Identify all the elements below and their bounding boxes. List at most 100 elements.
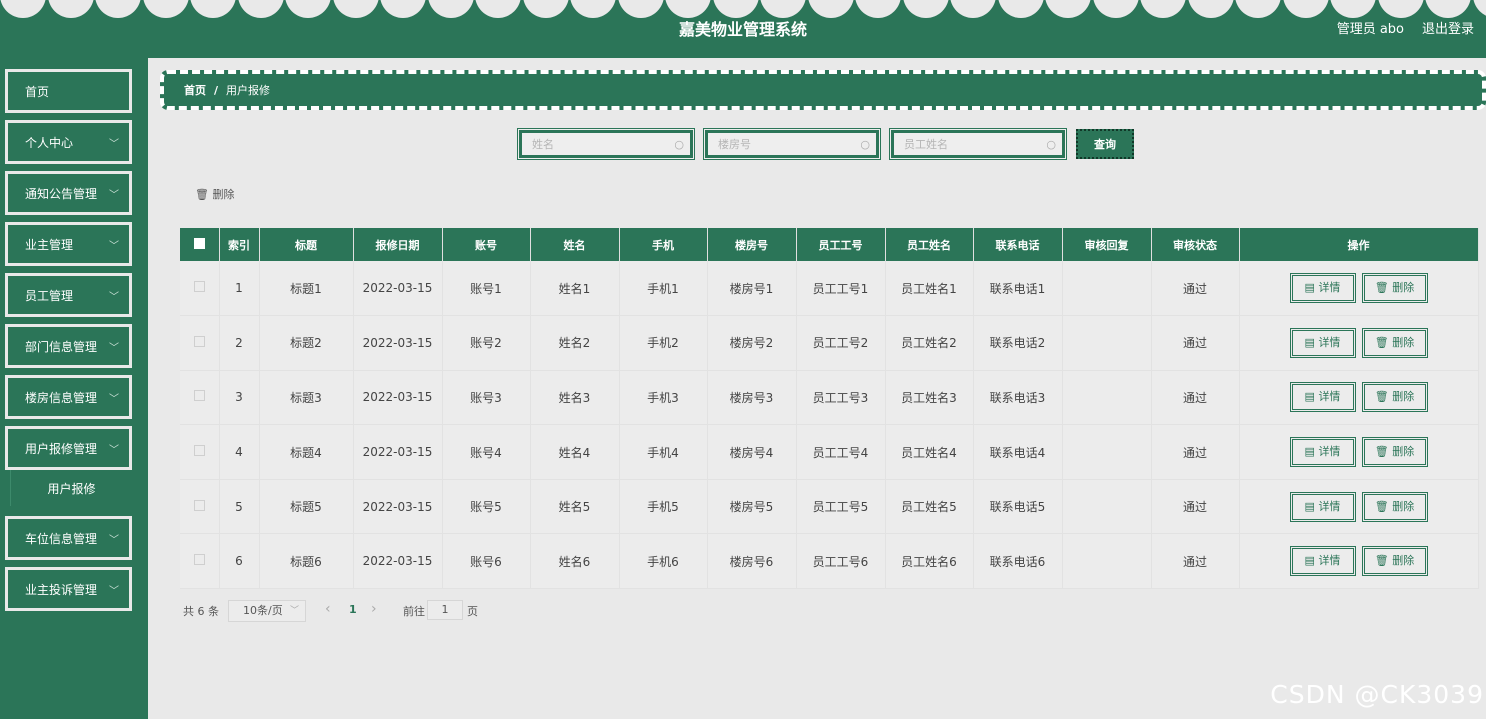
- detail-button[interactable]: ▤ 详情: [1289, 382, 1356, 413]
- sidebar-item-home[interactable]: 首页: [5, 69, 132, 113]
- chevron-down-icon: ﹀: [109, 394, 119, 405]
- detail-button[interactable]: ▤ 详情: [1289, 273, 1356, 304]
- row-checkbox[interactable]: [193, 335, 205, 347]
- detail-label: 详情: [1318, 335, 1341, 349]
- column-header: 账号: [442, 228, 531, 261]
- row-select-cell[interactable]: [180, 479, 220, 535]
- row-select-cell[interactable]: [180, 424, 220, 480]
- table-cell: 手机3: [619, 370, 708, 426]
- search-placeholder: 员工姓名: [904, 138, 948, 151]
- table-cell: 姓名5: [530, 479, 620, 535]
- chevron-down-icon: ﹀: [109, 292, 119, 303]
- detail-button[interactable]: ▤ 详情: [1289, 437, 1356, 468]
- table-row: 1 标题1 2022-03-15 账号1 姓名1 手机1 楼房号1 员工工号1 员工姓名1 联系电…: [180, 261, 1479, 317]
- sidebar-item-label: 员工管理: [25, 288, 74, 303]
- search-building-input[interactable]: 楼房号 ○: [703, 128, 881, 160]
- delete-button[interactable]: 🗑 删除: [1361, 546, 1428, 577]
- table-cell: 2022-03-15: [353, 479, 443, 535]
- batch-delete-button[interactable]: 🗑 删除: [195, 186, 234, 202]
- column-header: 楼房号: [707, 228, 797, 261]
- current-user: 管理员 abo: [1336, 22, 1404, 37]
- table-cell: 姓名1: [530, 261, 620, 317]
- actions-cell: ▤ 详情 🗑 删除: [1239, 370, 1479, 426]
- sidebar-item-label: 通知公告管理: [25, 186, 98, 201]
- sidebar-item-label: 业主投诉管理: [25, 582, 98, 597]
- delete-button[interactable]: 🗑 删除: [1361, 273, 1428, 304]
- goto-label: 前往: [403, 605, 425, 618]
- row-checkbox[interactable]: [193, 554, 205, 566]
- table-cell: 标题2: [259, 315, 354, 371]
- row-checkbox[interactable]: [193, 499, 205, 511]
- select-all-checkbox[interactable]: [193, 237, 205, 249]
- sidebar-item-buildings[interactable]: 楼房信息管理 ﹀: [5, 375, 132, 419]
- page-suffix: 页: [467, 605, 478, 618]
- breadcrumb-home[interactable]: 首页: [184, 82, 206, 98]
- column-header: 员工姓名: [885, 228, 974, 261]
- table-cell: 员工工号2: [796, 315, 886, 371]
- table-cell: [1062, 315, 1152, 371]
- delete-button[interactable]: 🗑 删除: [1361, 437, 1428, 468]
- column-header: 手机: [619, 228, 708, 261]
- table-cell: 通过: [1151, 261, 1240, 317]
- search-name-input[interactable]: 姓名 ○: [517, 128, 695, 160]
- table-cell: 联系电话2: [973, 315, 1063, 371]
- table-cell: 通过: [1151, 315, 1240, 371]
- logout-link[interactable]: 退出登录: [1422, 18, 1474, 37]
- column-header: 操作: [1239, 228, 1479, 261]
- table-row: 2 标题2 2022-03-15 账号2 姓名2 手机2 楼房号2 员工工号2 员工姓名2 联系电…: [180, 315, 1479, 371]
- detail-button[interactable]: ▤ 详情: [1289, 327, 1356, 358]
- table-cell: 楼房号1: [707, 261, 797, 317]
- row-checkbox[interactable]: [193, 281, 205, 293]
- sidebar-item-notice[interactable]: 通知公告管理 ﹀: [5, 171, 132, 215]
- column-header: 标题: [259, 228, 354, 261]
- row-checkbox[interactable]: [193, 390, 205, 402]
- table-cell: 楼房号2: [707, 315, 797, 371]
- prev-page-button[interactable]: ‹: [325, 601, 331, 617]
- row-checkbox[interactable]: [193, 445, 205, 457]
- goto-page-input[interactable]: 1: [427, 600, 463, 620]
- table-cell: 账号3: [442, 370, 531, 426]
- sidebar-item-owners[interactable]: 业主管理 ﹀: [5, 222, 132, 266]
- chevron-down-icon: ﹀: [109, 343, 119, 354]
- page-number-current[interactable]: 1: [349, 603, 357, 616]
- table-cell: 6: [219, 533, 260, 590]
- column-header: 报修日期: [353, 228, 443, 261]
- delete-button[interactable]: 🗑 删除: [1361, 327, 1428, 358]
- table-cell: 3: [219, 370, 260, 426]
- delete-button[interactable]: 🗑 删除: [1361, 491, 1428, 522]
- detail-button[interactable]: ▤ 详情: [1289, 546, 1356, 577]
- batch-delete-label: 删除: [212, 188, 235, 201]
- row-select-cell[interactable]: [180, 370, 220, 426]
- chevron-up-icon: ﹀: [109, 445, 119, 456]
- sidebar-item-personal-center[interactable]: 个人中心 ﹀: [5, 120, 132, 164]
- sidebar-item-complaints[interactable]: 业主投诉管理 ﹀: [5, 567, 132, 611]
- table-cell: 楼房号3: [707, 370, 797, 426]
- sidebar-item-parking[interactable]: 车位信息管理 ﹀: [5, 516, 132, 560]
- page-size-value: 10条/页: [243, 604, 283, 617]
- search-button[interactable]: 查询: [1076, 129, 1134, 159]
- page-size-select[interactable]: 10条/页 ﹀: [228, 600, 306, 622]
- document-icon: ▤: [1304, 554, 1319, 568]
- search-icon: ○: [860, 138, 870, 151]
- trash-icon: 🗑: [1374, 281, 1393, 295]
- table-header-row: 索引 标题 报修日期 账号 姓名 手机 楼房号 员工工号 员工姓名 联系电话 审…: [180, 228, 1479, 261]
- next-page-button[interactable]: ›: [371, 601, 377, 617]
- sidebar-item-repairs[interactable]: 用户报修管理 ﹀: [5, 426, 132, 470]
- detail-button[interactable]: ▤ 详情: [1289, 491, 1356, 522]
- row-select-cell[interactable]: [180, 261, 220, 317]
- column-header: 审核回复: [1062, 228, 1152, 261]
- table-cell: 员工工号4: [796, 424, 886, 480]
- column-header: 员工工号: [796, 228, 886, 261]
- table-cell: 2022-03-15: [353, 261, 443, 317]
- search-staff-name-input[interactable]: 员工姓名 ○: [889, 128, 1067, 160]
- actions-cell: ▤ 详情 🗑 删除: [1239, 533, 1479, 590]
- delete-label: 删除: [1392, 390, 1415, 404]
- sidebar-subitem-user-repair[interactable]: 用户报修: [10, 470, 132, 506]
- table-cell: 联系电话1: [973, 261, 1063, 317]
- delete-button[interactable]: 🗑 删除: [1361, 382, 1428, 413]
- row-select-cell[interactable]: [180, 533, 220, 590]
- sidebar-item-departments[interactable]: 部门信息管理 ﹀: [5, 324, 132, 368]
- row-select-cell[interactable]: [180, 315, 220, 371]
- sidebar-item-staff[interactable]: 员工管理 ﹀: [5, 273, 132, 317]
- select-all-cell[interactable]: [180, 228, 220, 261]
